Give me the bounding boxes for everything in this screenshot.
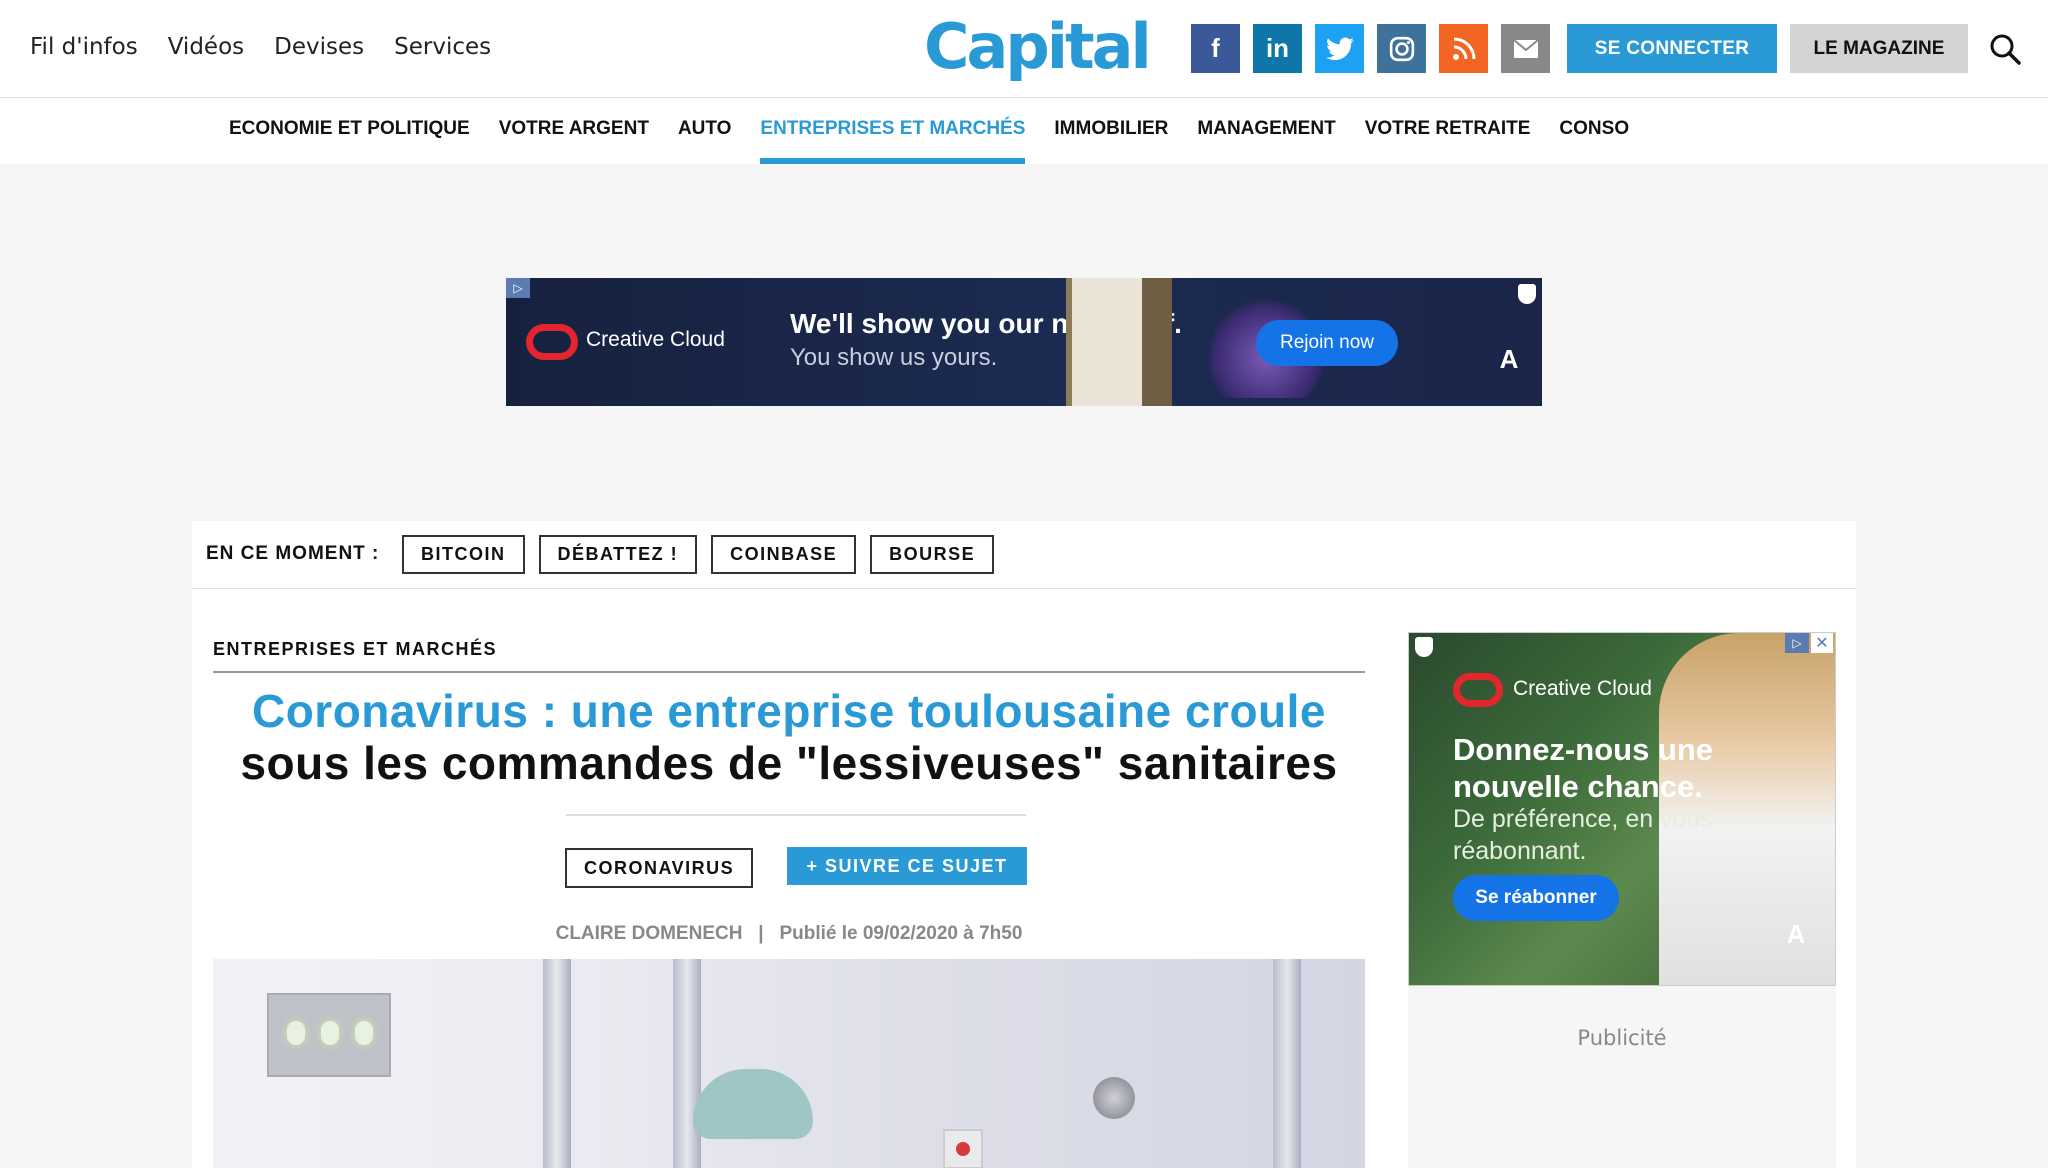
topic-tag-coronavirus[interactable]: CORONAVIRUS [565, 848, 754, 888]
content-area: EN CE MOMENT : BITCOIN DÉBATTEZ ! COINBA… [192, 521, 1856, 1168]
adobe-logo: A [1786, 919, 1806, 949]
image-panel-light [355, 1021, 373, 1045]
trending-bar: EN CE MOMENT : BITCOIN DÉBATTEZ ! COINBA… [192, 521, 1856, 589]
trending-tag-debattez[interactable]: DÉBATTEZ ! [538, 535, 698, 574]
image-wall-panel [267, 993, 391, 1077]
byline: CLAIRE DOMENECH | Publié le 09/02/2020 à… [213, 923, 1365, 945]
side-ad-subline: De préférence, en vous réabonnant. [1453, 805, 1713, 865]
close-icon[interactable]: ✕ [1811, 633, 1833, 653]
banner-ad[interactable]: ▷ Creative Cloud We'll show you our new … [506, 278, 1542, 406]
ad-subline: You show us yours. [790, 344, 998, 371]
article-image [213, 959, 1365, 1168]
image-worker-cap [693, 1069, 813, 1139]
topnav-devises[interactable]: Devises [274, 34, 364, 60]
top-nav: Fil d'infos Vidéos Devises Services [30, 34, 491, 60]
main-nav: ECONOMIE ET POLITIQUE VOTRE ARGENT AUTO … [0, 98, 2048, 164]
image-panel-light [287, 1021, 305, 1045]
article-title: Coronavirus : une entreprise toulousaine… [213, 685, 1365, 789]
side-ad-brand: Creative Cloud [1513, 677, 1652, 700]
image-door-frame [543, 959, 571, 1168]
nav-economie[interactable]: ECONOMIE ET POLITIQUE [229, 118, 470, 164]
follow-topic-button[interactable]: + SUIVRE CE SUJET [787, 847, 1027, 885]
ad-brand: Creative Cloud [586, 328, 725, 351]
login-button[interactable]: SE CONNECTER [1567, 24, 1777, 73]
article-section[interactable]: ENTREPRISES ET MARCHÉS [213, 639, 497, 660]
article-title-part2: sous les commandes de "lessiveuses" sani… [240, 737, 1338, 789]
ad-door-frame [1142, 278, 1172, 406]
adobe-logo: A [1499, 344, 1519, 374]
image-door-frame [673, 959, 701, 1168]
title-divider [566, 814, 1026, 816]
publicite-label: Publicité [1577, 1026, 1667, 1050]
social-links: f in [1191, 24, 1550, 73]
nav-management[interactable]: MANAGEMENT [1197, 118, 1335, 164]
publish-date: Publié le 09/02/2020 à 7h50 [779, 923, 1023, 944]
facebook-icon[interactable]: f [1191, 24, 1240, 73]
byline-separator: | [747, 923, 775, 944]
side-ad-button[interactable]: Se réabonner [1453, 875, 1619, 921]
linkedin-icon[interactable]: in [1253, 24, 1302, 73]
nav-auto[interactable]: AUTO [678, 118, 731, 164]
shield-icon [1518, 284, 1536, 304]
instagram-icon[interactable] [1377, 24, 1426, 73]
trending-tags: BITCOIN DÉBATTEZ ! COINBASE BOURSE [402, 535, 995, 574]
nav-votre-retraite[interactable]: VOTRE RETRAITE [1365, 118, 1531, 164]
image-door-frame [1273, 959, 1301, 1168]
shield-icon [1415, 637, 1433, 657]
ad-door-illustration [1066, 278, 1142, 406]
adchoices-icon[interactable]: ▷ [506, 278, 530, 298]
trending-tag-bitcoin[interactable]: BITCOIN [402, 535, 525, 574]
ad-placeholder: Publicité [1408, 986, 1836, 1168]
topnav-videos[interactable]: Vidéos [168, 34, 244, 60]
trending-label: EN CE MOMENT : [206, 543, 380, 564]
side-ad-headline: Donnez-nous une nouvelle chance. [1453, 732, 1714, 804]
nav-conso[interactable]: CONSO [1559, 118, 1629, 164]
trending-tag-coinbase[interactable]: COINBASE [711, 535, 857, 574]
topnav-services[interactable]: Services [394, 34, 491, 60]
section-divider [213, 671, 1365, 673]
image-red-button [943, 1129, 983, 1168]
creative-cloud-logo [526, 324, 578, 360]
magazine-button[interactable]: LE MAGAZINE [1790, 24, 1968, 73]
nav-immobilier[interactable]: IMMOBILIER [1054, 118, 1168, 164]
nav-votre-argent[interactable]: VOTRE ARGENT [499, 118, 649, 164]
creative-cloud-logo [1453, 673, 1503, 707]
rss-icon[interactable] [1439, 24, 1488, 73]
image-door-knob [1093, 1077, 1135, 1119]
adchoices-icon[interactable]: ▷ [1785, 633, 1809, 653]
article-title-part1: Coronavirus : une entreprise toulousaine… [251, 685, 1327, 737]
image-panel-light [321, 1021, 339, 1045]
twitter-icon[interactable] [1315, 24, 1364, 73]
search-icon[interactable] [1988, 32, 2022, 66]
author-name[interactable]: CLAIRE DOMENECH [556, 923, 743, 944]
site-header: Fil d'infos Vidéos Devises Services Capi… [0, 0, 2048, 98]
site-logo[interactable]: Capital [924, 10, 1152, 83]
mail-icon[interactable] [1501, 24, 1550, 73]
ad-rejoin-button[interactable]: Rejoin now [1256, 320, 1398, 366]
nav-entreprises-marches[interactable]: ENTREPRISES ET MARCHÉS [760, 118, 1025, 164]
trending-tag-bourse[interactable]: BOURSE [870, 535, 995, 574]
topnav-fil-infos[interactable]: Fil d'infos [30, 34, 138, 60]
side-ad[interactable]: ▷ ✕ Creative Cloud Donnez-nous une nouve… [1408, 632, 1836, 986]
